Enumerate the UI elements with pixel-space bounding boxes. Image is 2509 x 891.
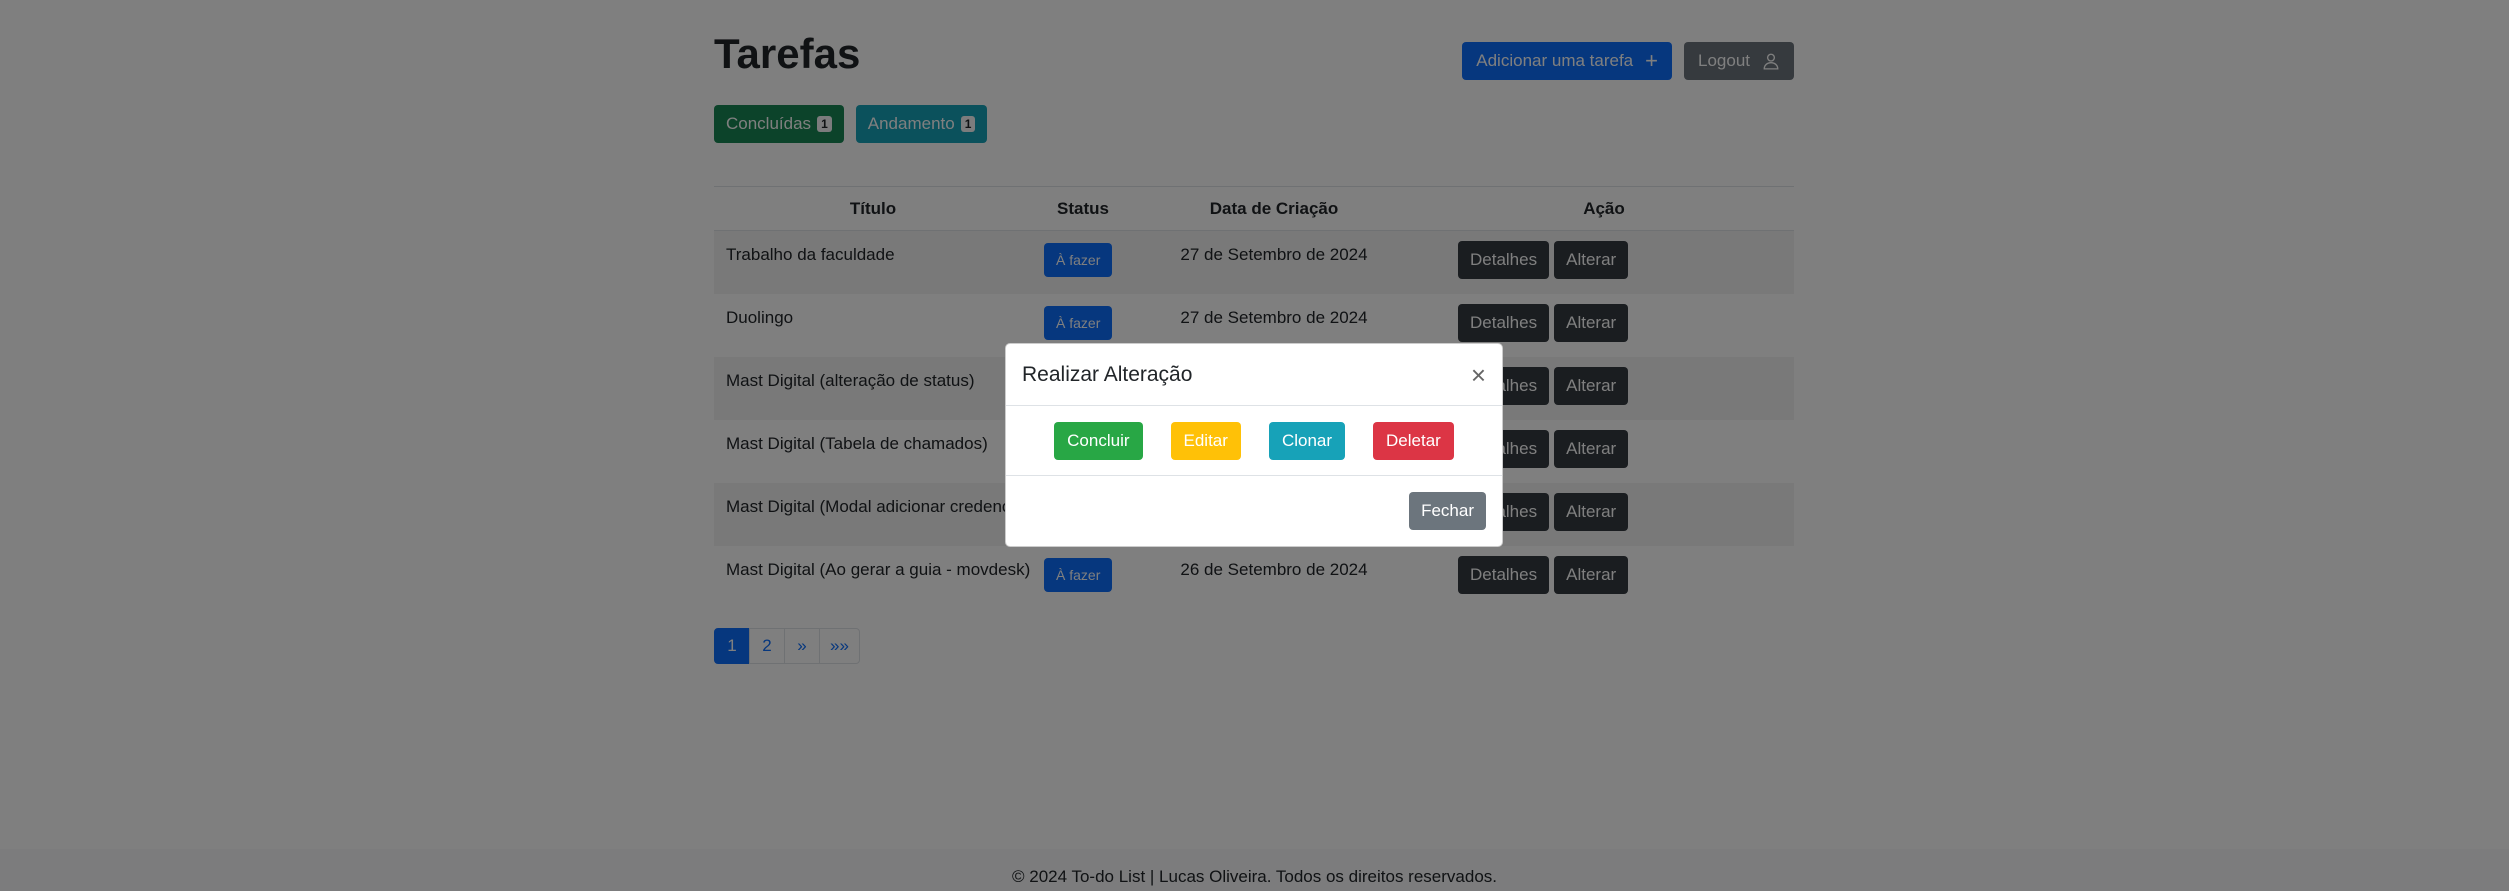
modal-header: Realizar Alteração × [1006,344,1502,406]
modal-title: Realizar Alteração [1022,362,1193,386]
close-icon[interactable]: × [1471,362,1486,388]
modal-footer: Fechar [1006,476,1502,546]
page: Tarefas Adicionar uma tarefa + Logout Co… [0,0,2509,891]
fechar-button[interactable]: Fechar [1409,492,1486,530]
modal-body: Concluir Editar Clonar Deletar [1006,406,1502,476]
editar-button[interactable]: Editar [1170,421,1241,460]
concluir-button[interactable]: Concluir [1054,421,1143,460]
clonar-button[interactable]: Clonar [1268,421,1346,460]
alter-modal: Realizar Alteração × Concluir Editar Clo… [1005,343,1503,547]
deletar-button[interactable]: Deletar [1373,421,1454,460]
